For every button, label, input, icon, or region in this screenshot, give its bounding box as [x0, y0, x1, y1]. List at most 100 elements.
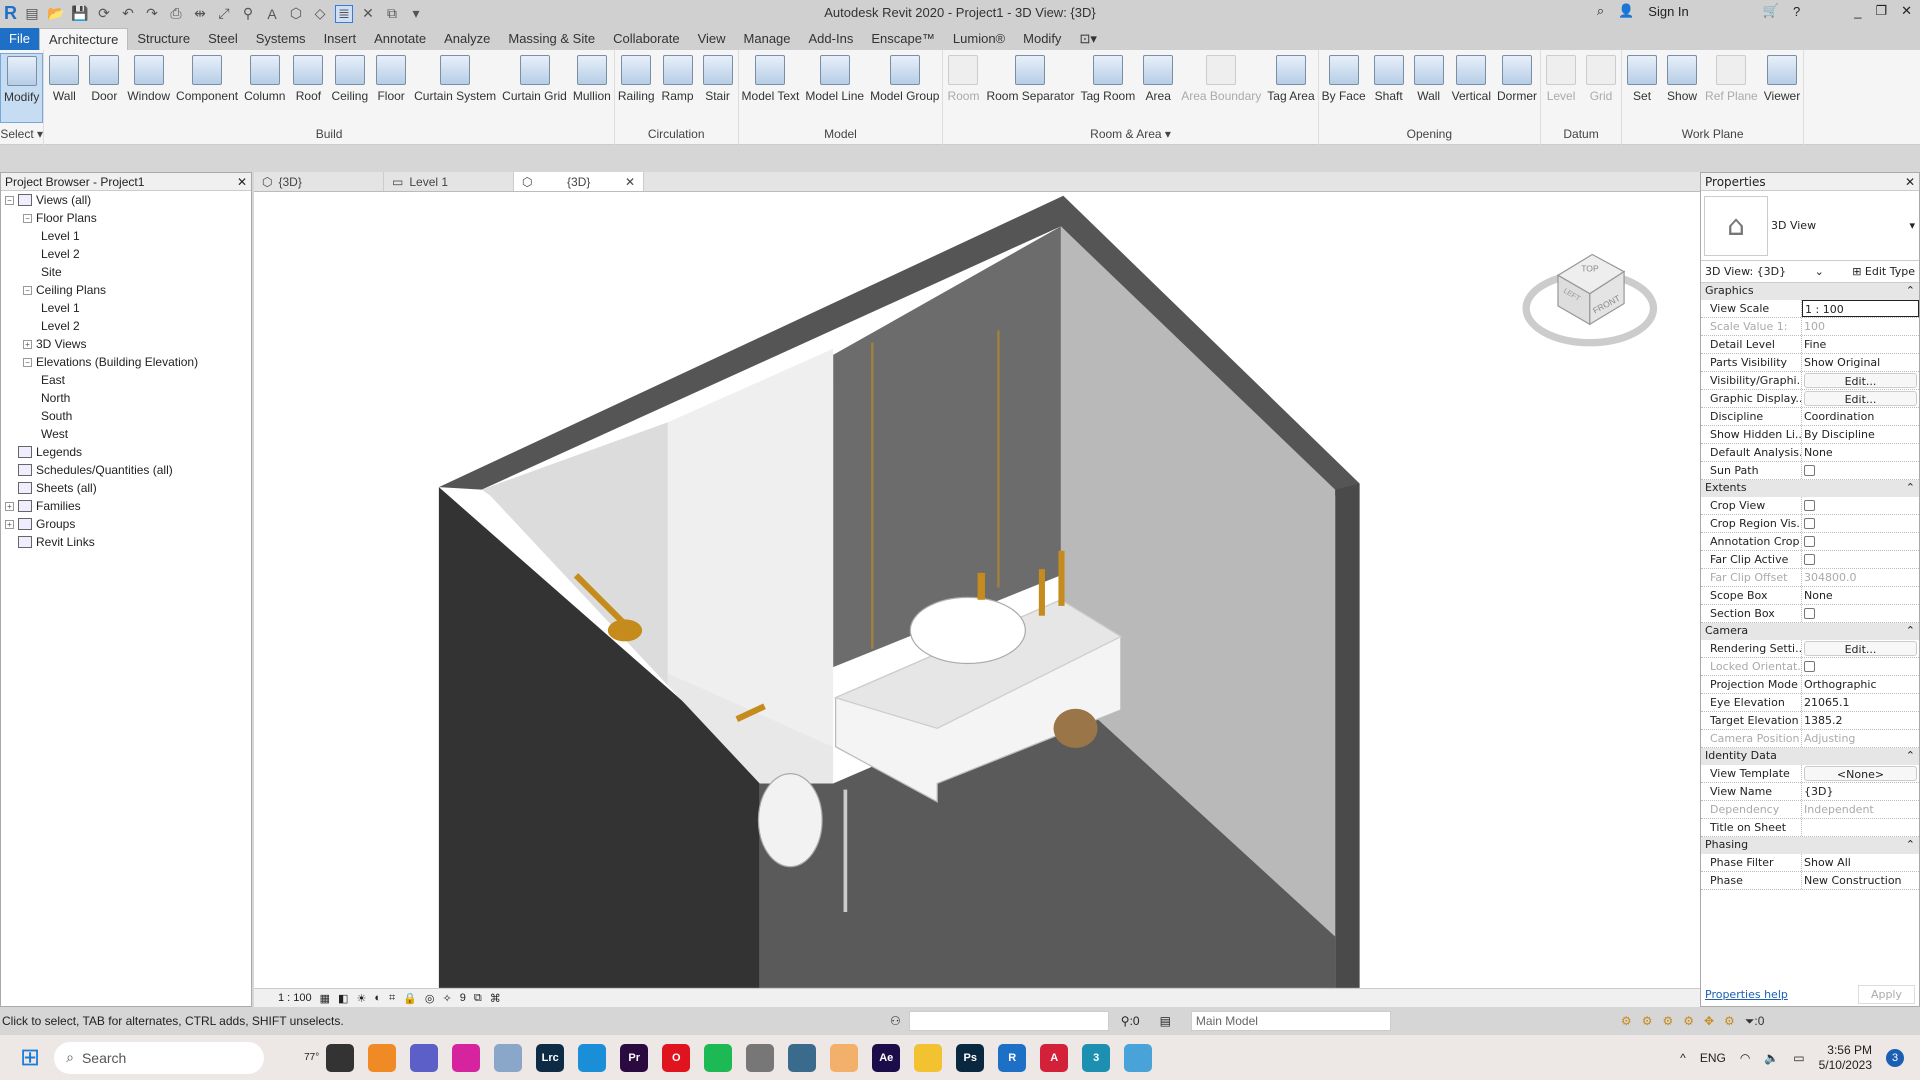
taskbar-app-4[interactable] [494, 1043, 523, 1072]
expand-toggle-icon[interactable]: − [23, 357, 32, 367]
apply-button[interactable]: Apply [1857, 984, 1915, 1004]
viewer-button[interactable]: Viewer [1761, 53, 1803, 127]
by-face-button[interactable]: By Face [1319, 53, 1369, 127]
taskbar-app-13[interactable]: Ae [872, 1043, 901, 1072]
floor-button[interactable]: Floor [371, 53, 411, 127]
taskbar-app-11[interactable] [788, 1043, 817, 1072]
properties-help-link[interactable]: Properties help [1705, 988, 1788, 1001]
section-graphics[interactable]: Graphics ⌃ [1701, 283, 1919, 300]
select-links-icon[interactable]: ⚙ [1621, 1014, 1632, 1029]
show-hidden-icons[interactable]: ^ [1680, 1051, 1686, 1065]
select-underlay-icon[interactable]: ⚙ [1642, 1014, 1653, 1029]
property-value[interactable]: 21065.1 [1802, 694, 1919, 711]
taskbar-app-9[interactable] [704, 1043, 733, 1072]
checkbox[interactable] [1804, 554, 1815, 565]
mullion-button[interactable]: Mullion [570, 53, 614, 127]
property-checkbox[interactable] [1802, 658, 1919, 675]
shaft-button[interactable]: Shaft [1369, 53, 1409, 127]
model-text-button[interactable]: Model Text [739, 53, 803, 127]
taskbar-app-14[interactable] [914, 1043, 943, 1072]
checkbox[interactable] [1804, 518, 1815, 529]
weather-temp[interactable]: 77° [304, 1052, 319, 1063]
room-button[interactable]: Room [943, 53, 983, 127]
tab-lumion[interactable]: Lumion® [944, 28, 1014, 50]
close-icon[interactable]: ✕ [1905, 175, 1915, 189]
workset-dropdown[interactable] [908, 1011, 1109, 1031]
collapse-icon[interactable]: ⌃ [1906, 481, 1915, 496]
property-value[interactable]: Show All [1802, 854, 1919, 871]
tab-structure[interactable]: Structure [128, 28, 199, 50]
tree-item-west[interactable]: West [1, 425, 251, 443]
stair-button[interactable]: Stair [698, 53, 738, 127]
view-tab-3d[interactable]: ⬡ {3D} [254, 172, 384, 191]
user-icon[interactable]: 👤 [1618, 3, 1634, 19]
notification-badge[interactable]: 3 [1886, 1048, 1904, 1067]
property-value[interactable]: New Construction [1802, 872, 1919, 889]
default-3d-view-icon[interactable]: ⬡ [287, 5, 305, 23]
reveal-hidden-icon[interactable]: ✧ [443, 992, 452, 1005]
tree-item-level-1[interactable]: Level 1 [1, 227, 251, 245]
window-button[interactable]: Window [124, 53, 173, 127]
analytical-model-icon[interactable]: ⌘ [490, 992, 501, 1005]
area-button[interactable]: Area [1138, 53, 1178, 127]
edit-type-button[interactable]: ⊞ Edit Type [1852, 265, 1915, 278]
property-checkbox[interactable] [1802, 605, 1919, 622]
tag-room-button[interactable]: Tag Room [1078, 53, 1139, 127]
select-by-face-icon[interactable]: ⚙ [1683, 1014, 1694, 1029]
collapse-icon[interactable]: ⌃ [1906, 749, 1915, 764]
set-button[interactable]: Set [1622, 53, 1662, 127]
visual-style-icon[interactable]: ◧ [338, 992, 348, 1005]
tree-item-north[interactable]: North [1, 389, 251, 407]
chevron-down-icon[interactable]: ▾ [1909, 219, 1915, 232]
view-scale[interactable]: 1 : 100 [278, 992, 312, 1004]
checkbox[interactable] [1804, 661, 1815, 672]
curtain-system-button[interactable]: Curtain System [411, 53, 499, 127]
property-value[interactable]: By Discipline [1802, 426, 1919, 443]
revit-logo-icon[interactable]: R [4, 3, 17, 24]
section-camera[interactable]: Camera ⌃ [1701, 623, 1919, 640]
tree-item-level-2[interactable]: Level 2 [1, 245, 251, 263]
taskbar-app-5[interactable]: Lrc [536, 1043, 565, 1072]
taskbar-app-10[interactable] [746, 1043, 775, 1072]
model-line-button[interactable]: Model Line [802, 53, 867, 127]
taskbar-app-6[interactable] [578, 1043, 607, 1072]
taskbar-search[interactable]: ⌕ Search [54, 1041, 265, 1074]
clock-time[interactable]: 3:56 PM [1819, 1043, 1872, 1058]
property-value[interactable]: Fine [1802, 336, 1919, 353]
tab-file[interactable]: File [0, 28, 39, 50]
expand-toggle-icon[interactable]: − [23, 285, 32, 295]
tab-modify[interactable]: Modify [1014, 28, 1070, 50]
taskbar-app-15[interactable]: Ps [956, 1043, 985, 1072]
level-button[interactable]: Level [1541, 53, 1581, 127]
measure-icon[interactable]: ⇹ [191, 5, 209, 23]
tree-item-3d-views[interactable]: +3D Views [1, 335, 251, 353]
tree-item-south[interactable]: South [1, 407, 251, 425]
text-icon[interactable]: A [263, 5, 281, 23]
property-value[interactable]: Coordination [1802, 408, 1919, 425]
tree-item-site[interactable]: Site [1, 263, 251, 281]
property-checkbox[interactable] [1802, 497, 1919, 514]
tab-enscape[interactable]: Enscape™ [862, 28, 944, 50]
expand-toggle-icon[interactable]: + [5, 519, 14, 529]
close-hidden-windows-icon[interactable]: ✕ [359, 5, 377, 23]
section-identity-data[interactable]: Identity Data ⌃ [1701, 748, 1919, 765]
checkbox[interactable] [1804, 608, 1815, 619]
tab-view[interactable]: View [689, 28, 735, 50]
tab-add-ins[interactable]: Add-Ins [800, 28, 863, 50]
battery-icon[interactable]: ▭ [1793, 1051, 1804, 1065]
tab-collaborate[interactable]: Collaborate [604, 28, 689, 50]
tag-area-button[interactable]: Tag Area [1264, 53, 1317, 127]
shadows-icon[interactable]: ◐ [374, 992, 381, 1004]
collapse-icon[interactable]: ⌃ [1906, 838, 1915, 853]
property-value[interactable] [1802, 819, 1919, 836]
restore-button[interactable]: ❐ [1875, 3, 1887, 19]
expand-toggle-icon[interactable]: + [23, 339, 32, 349]
door-button[interactable]: Door [84, 53, 124, 127]
tab-annotate[interactable]: Annotate [365, 28, 435, 50]
open-icon[interactable]: 📂 [47, 5, 65, 23]
tree-item-level-2[interactable]: Level 2 [1, 317, 251, 335]
property-edit-button[interactable]: Edit... [1804, 373, 1917, 388]
component-button[interactable]: Component [173, 53, 241, 127]
close-button[interactable]: ✕ [1901, 3, 1912, 19]
wifi-icon[interactable]: ◠ [1740, 1051, 1750, 1065]
